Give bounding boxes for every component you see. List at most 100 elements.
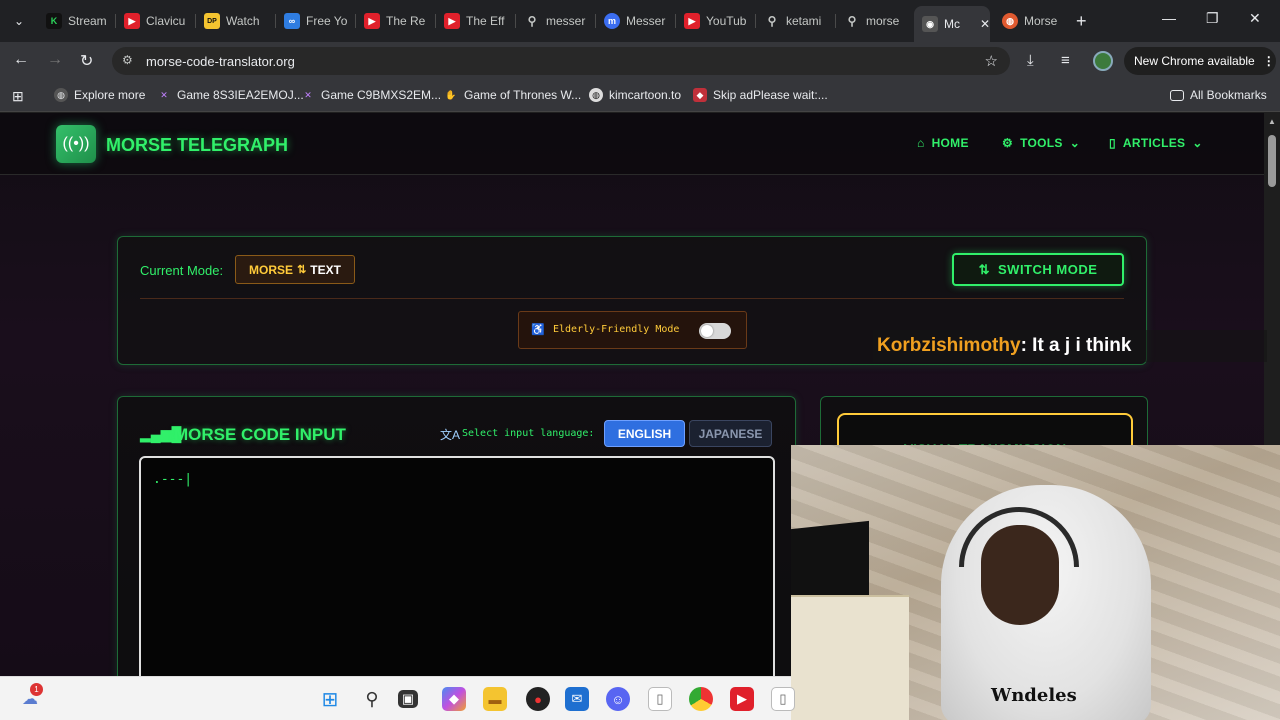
- youtube-icon: ▶: [684, 13, 700, 29]
- tab-favicon-icon: ◉: [922, 16, 938, 32]
- discord-icon[interactable]: ☺: [606, 687, 630, 711]
- elderly-mode-toggle[interactable]: [699, 323, 731, 339]
- chevron-down-icon: ⌄: [1069, 136, 1081, 150]
- search-icon[interactable]: ⚲: [360, 687, 384, 711]
- tab-3[interactable]: ∞ Free Yo: [276, 6, 356, 36]
- scroll-thumb[interactable]: [1268, 135, 1276, 187]
- tab-12[interactable]: ◍ Morse: [994, 6, 1070, 36]
- download-icon[interactable]: ⤓: [1027, 52, 1034, 69]
- folder-icon: [1170, 89, 1184, 101]
- windows-start-icon[interactable]: ⊞: [318, 687, 342, 711]
- outlook-icon[interactable]: ✉: [565, 687, 589, 711]
- search-icon: ⚲: [767, 14, 777, 28]
- bookmark-explore[interactable]: ◍ Explore more: [54, 88, 145, 102]
- chat-username: Korbzishimothy: [877, 335, 1021, 356]
- bookmark-game-2[interactable]: ✕ Game C9BMXS2EM...: [301, 88, 441, 102]
- restore-icon[interactable]: ❐: [1206, 10, 1219, 27]
- language-select-label: Select input language:: [462, 428, 595, 439]
- app-icon[interactable]: ●: [526, 687, 550, 711]
- file-explorer-icon[interactable]: ▬: [483, 687, 507, 711]
- url-text: morse-code-translator.org: [146, 54, 295, 69]
- webcam-shelf: [791, 595, 909, 720]
- scroll-up-icon[interactable]: ▲: [1268, 117, 1276, 126]
- tab-title: ketami: [786, 14, 822, 28]
- new-tab-button[interactable]: +: [1076, 11, 1087, 32]
- webcam-face: [981, 525, 1059, 625]
- tab-7[interactable]: m Messer: [596, 6, 676, 36]
- chat-text: : It a j i think: [1020, 335, 1132, 356]
- globe-icon: ◍: [1002, 13, 1018, 29]
- chrome-icon[interactable]: [689, 687, 713, 711]
- nav-articles-label: ARTICLES: [1122, 136, 1186, 150]
- nav-tools-label: TOOLS: [1020, 136, 1063, 150]
- bookmark-label: kimcartoon.to: [609, 88, 682, 102]
- tab-title: The Eff: [466, 14, 505, 28]
- tab-strip: ⌄ K Stream ▶ Clavicu DP Watch ∞ Free Yo …: [0, 0, 1280, 42]
- avatar[interactable]: [1093, 51, 1113, 71]
- browser-toolbar: ← → ↻ ⚙ morse-code-translator.org ☆ ⤓ ≡ …: [0, 42, 1280, 80]
- book-icon: ▯: [1109, 136, 1116, 150]
- youtube-icon[interactable]: ▶: [730, 687, 754, 711]
- star-icon[interactable]: ☆: [985, 52, 998, 70]
- tab-9[interactable]: ⚲ ketami: [756, 6, 836, 36]
- tab-4[interactable]: ▶ The Re: [356, 6, 436, 36]
- site-brand[interactable]: MORSE TELEGRAPH: [106, 135, 288, 156]
- tab-6[interactable]: ⚲ messer: [516, 6, 596, 36]
- tab-title: Messer: [626, 14, 666, 28]
- new-chrome-button[interactable]: New Chrome available ⋮: [1124, 47, 1276, 75]
- stream-chat-message: Korbzishimothy : It a j i think: [873, 330, 1267, 362]
- nav-articles[interactable]: ▯ ARTICLES ⌄: [1109, 136, 1203, 150]
- bookmark-label: Game 8S3IEA2EMOJ...: [177, 88, 304, 102]
- tab-active[interactable]: ◉ Mc ✕: [914, 6, 990, 42]
- file-icon[interactable]: ▯: [648, 687, 672, 711]
- back-icon[interactable]: ←: [13, 51, 29, 69]
- apps-icon[interactable]: ⊞: [12, 88, 24, 105]
- all-bookmarks[interactable]: All Bookmarks: [1170, 88, 1267, 102]
- language-japanese-button[interactable]: JAPANESE: [689, 420, 772, 447]
- bookmark-kimcartoon[interactable]: ◍ kimcartoon.to: [589, 88, 681, 102]
- tab-10[interactable]: ⚲ morse: [836, 6, 914, 36]
- forward-icon[interactable]: →: [47, 51, 63, 69]
- bookmark-game-1[interactable]: ✕ Game 8S3IEA2EMOJ...: [157, 88, 304, 102]
- media-icon[interactable]: ≡: [1061, 52, 1070, 69]
- address-bar[interactable]: ⚙ morse-code-translator.org ☆: [112, 47, 1010, 75]
- tab-search-icon[interactable]: ⌄: [8, 10, 30, 32]
- bookmark-label: Explore more: [74, 88, 146, 102]
- nav-tools[interactable]: ⚙ TOOLS ⌄: [1002, 136, 1080, 150]
- tab-title: Stream: [68, 14, 107, 28]
- current-mode-badge: MORSE ⇅ TEXT: [235, 255, 355, 284]
- tab-title: YouTub: [706, 14, 747, 28]
- windows-taskbar: ☁ 1 ⊞ ⚲ ▣ ◆ ▬ ● ✉ ☺ ▯ ▶ ▯: [0, 676, 795, 720]
- hand-icon: ✋: [445, 89, 457, 100]
- switch-mode-button[interactable]: ⇅ SWITCH MODE: [952, 253, 1124, 286]
- x-icon: ✕: [304, 89, 312, 100]
- close-tab-icon[interactable]: ✕: [980, 17, 990, 31]
- morse-input-field[interactable]: .---|: [139, 456, 775, 676]
- site-info-icon[interactable]: ⚙: [122, 53, 133, 67]
- bookmark-skipad[interactable]: ◆ Skip adPlease wait:...: [693, 88, 828, 102]
- nav-home-label: HOME: [931, 136, 969, 150]
- tab-0[interactable]: K Stream: [38, 6, 116, 36]
- nav-home[interactable]: ⌂ HOME: [917, 136, 969, 150]
- tab-1[interactable]: ▶ Clavicu: [116, 6, 196, 36]
- mode-badge-morse: MORSE: [249, 262, 294, 277]
- close-window-icon[interactable]: ✕: [1249, 10, 1261, 27]
- task-view-icon[interactable]: ▣: [398, 690, 418, 708]
- current-mode-label: Current Mode:: [140, 263, 224, 278]
- tab-8[interactable]: ▶ YouTub: [676, 6, 756, 36]
- tab-2[interactable]: DP Watch: [196, 6, 276, 36]
- tab-5[interactable]: ▶ The Eff: [436, 6, 516, 36]
- x-icon: ✕: [160, 89, 168, 100]
- reload-icon[interactable]: ↻: [80, 51, 93, 71]
- search-icon: ⚲: [847, 14, 857, 28]
- copilot-icon[interactable]: ◆: [442, 687, 466, 711]
- bookmark-got[interactable]: ✋ Game of Thrones W...: [444, 88, 581, 102]
- tab-title: Watch: [226, 14, 260, 28]
- webcam-shirt-text: Wndeles: [991, 685, 1077, 706]
- morse-input-title: MORSE CODE INPUT: [174, 425, 346, 444]
- language-english-button[interactable]: ENGLISH: [604, 420, 685, 447]
- search-icon: ⚲: [527, 14, 537, 28]
- minimize-icon[interactable]: —: [1162, 10, 1176, 26]
- radio-signal-icon[interactable]: ((•)): [56, 125, 96, 163]
- file-icon[interactable]: ▯: [771, 687, 795, 711]
